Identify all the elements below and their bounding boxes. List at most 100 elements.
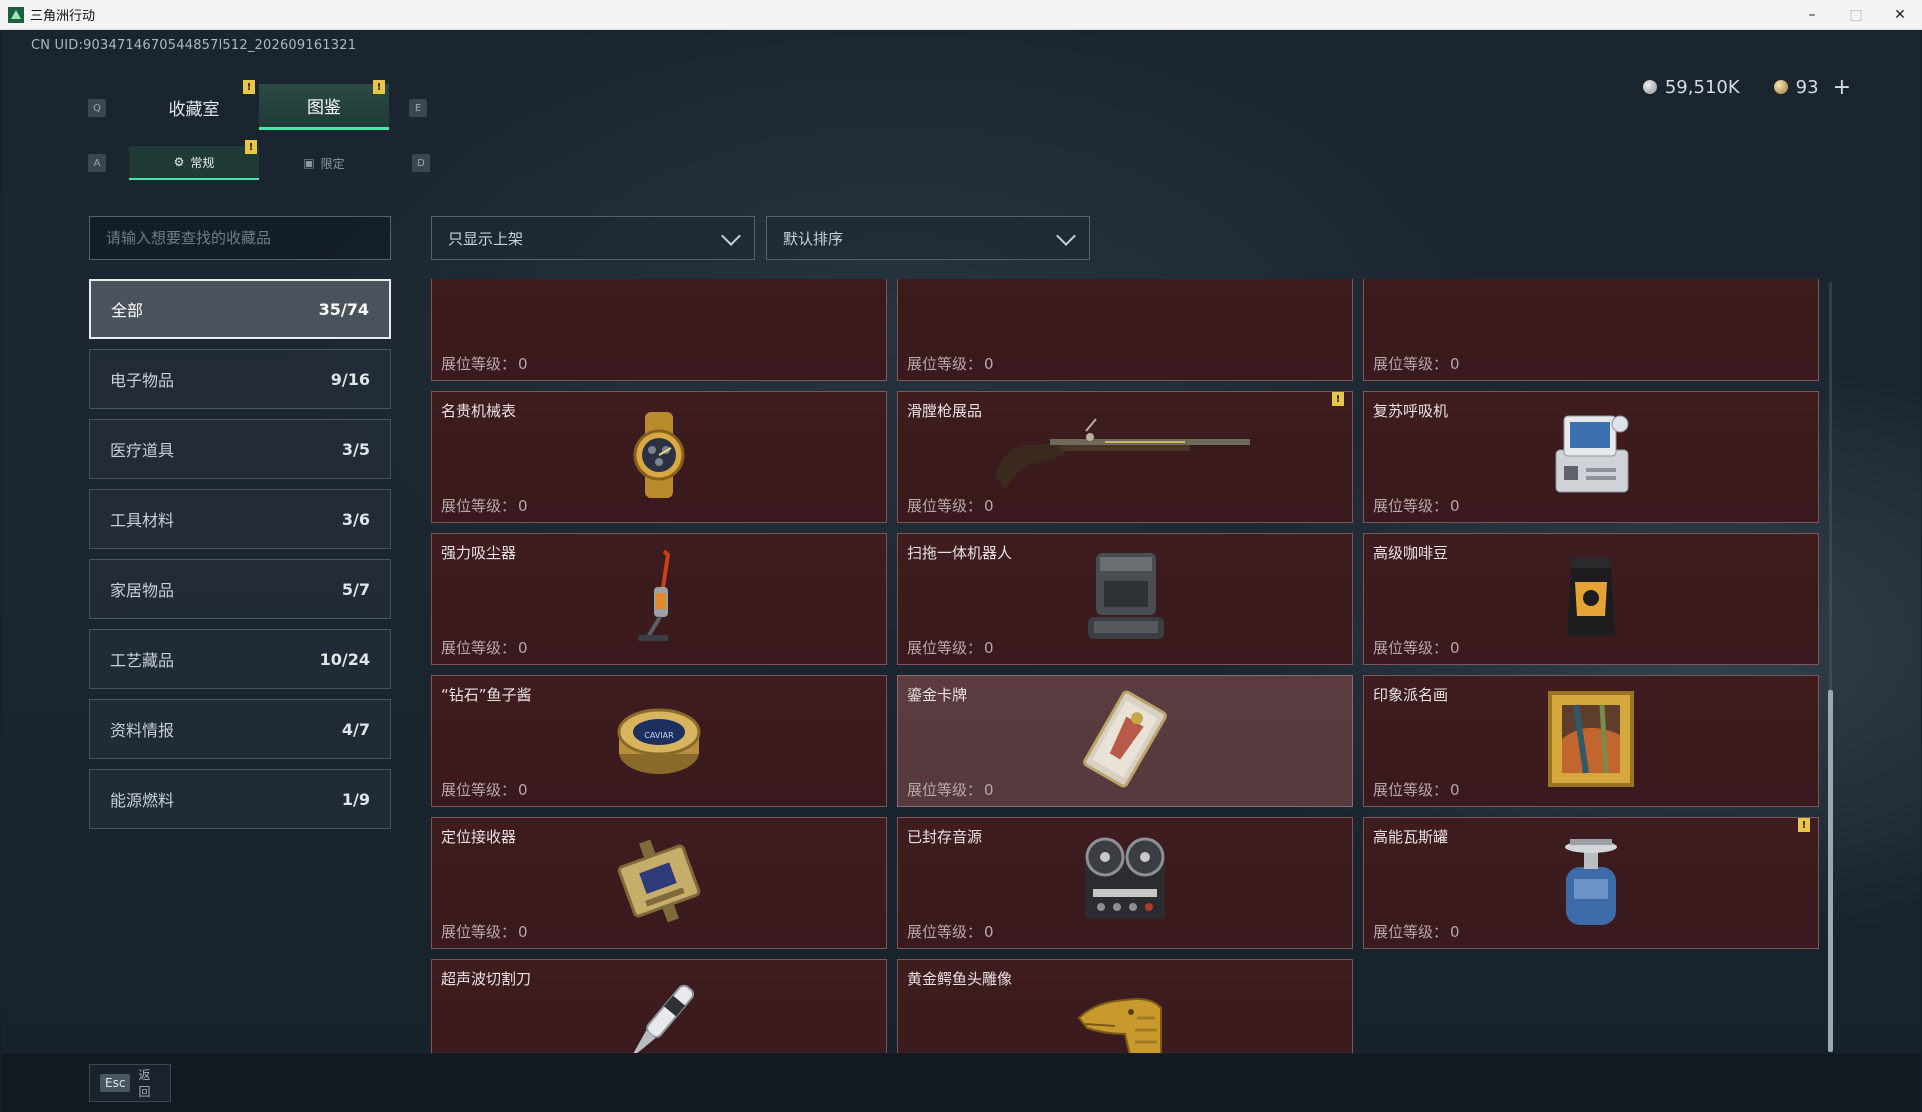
collectible-card[interactable]: 超声波切割刀展位等级：0: [431, 959, 887, 1053]
esc-key-hint: Esc: [100, 1074, 131, 1092]
category-label: 工艺藏品: [110, 651, 175, 670]
key-hint-next-subtab: D: [412, 154, 430, 172]
coffee-bag-icon: [1561, 552, 1621, 646]
app-logo-icon: [8, 6, 24, 23]
category-item[interactable]: 能源燃料 1/9: [89, 769, 391, 829]
booth-level-value: 0: [1450, 923, 1460, 941]
collectible-card[interactable]: 扫拖一体机器人 展位等级： 0: [897, 533, 1353, 665]
game-surface: CN UID:9034714670544857l512_202609161321…: [1, 30, 1921, 1112]
display-filter-dropdown[interactable]: 只显示上架: [431, 216, 755, 260]
booth-level-value: 0: [518, 781, 528, 799]
item-name: 高能瓦斯罐: [1373, 828, 1449, 846]
category-label: 电子物品: [110, 371, 175, 390]
booth-level-label: 展位等级：: [907, 923, 983, 941]
collectible-card[interactable]: 黄金鳄鱼头雕像展位等级：0: [897, 959, 1353, 1053]
collectible-card[interactable]: 定位接收器展位等级： 0: [431, 817, 887, 949]
chevron-down-icon: [721, 226, 741, 246]
item-name: 定位接收器: [441, 828, 517, 846]
scrollbar-thumb[interactable]: [1828, 690, 1833, 1052]
booth-level-label: 展位等级：: [441, 355, 517, 373]
booth-level: 展位等级： 0: [1373, 353, 1460, 374]
maximize-button[interactable]: □: [1834, 0, 1878, 30]
dropdown-selected-value: 只显示上架: [448, 229, 524, 248]
booth-level: 展位等级： 0: [907, 779, 994, 800]
collectible-card[interactable]: 已封存音源展位等级： 0: [897, 817, 1353, 949]
booth-level: 展位等级： 0: [441, 637, 528, 658]
tab-catalog[interactable]: 图鉴: [259, 84, 389, 130]
minimize-button[interactable]: –: [1790, 0, 1834, 30]
booth-level: 展位等级： 0: [441, 495, 528, 516]
item-name: 鎏金卡牌: [907, 686, 968, 704]
collectible-card[interactable]: 滑膛枪展品 展位等级： 0!: [897, 391, 1353, 523]
booth-level: 展位等级： 0: [441, 353, 528, 374]
booth-level-label: 展位等级：: [1373, 355, 1449, 373]
category-item[interactable]: 工具材料 3/6: [89, 489, 391, 549]
booth-level: 展位等级： 0: [1373, 779, 1460, 800]
item-grid: 展位等级： 0 展位等级： 0 展位等级： 0 名贵机械表 展位等级： 0 滑膛枪展品 展位等级： 0…: [431, 279, 1819, 1053]
category-item[interactable]: 资料情报 4/7: [89, 699, 391, 759]
category-count: 9/16: [330, 369, 370, 389]
musket-icon: [990, 415, 1260, 499]
painting-icon: [1546, 689, 1636, 793]
collectible-card[interactable]: “钻石”鱼子酱 CAVIAR 展位等级： 0: [431, 675, 887, 807]
ventilator-icon: [1546, 410, 1636, 504]
collectible-card[interactable]: 高能瓦斯罐展位等级： 0!: [1363, 817, 1819, 949]
collectible-card[interactable]: 鎏金卡牌展位等级： 0: [897, 675, 1353, 807]
collectible-card[interactable]: 展位等级： 0: [431, 279, 887, 381]
category-count: 35/74: [318, 299, 369, 319]
category-item[interactable]: 家居物品 5/7: [89, 559, 391, 619]
booth-level: 展位等级： 0: [1373, 495, 1460, 516]
watch-icon: [619, 410, 699, 504]
new-badge-icon: !: [245, 140, 257, 154]
item-name: 名贵机械表: [441, 402, 517, 420]
category-label: 能源燃料: [110, 791, 175, 810]
back-button[interactable]: Esc 返回: [89, 1064, 171, 1102]
category-item[interactable]: 全部 35/74: [89, 279, 391, 339]
close-button[interactable]: ✕: [1878, 0, 1922, 30]
player-uid: CN UID:9034714670544857l512_202609161321: [31, 38, 357, 53]
robot-vacuum-icon: [1080, 547, 1170, 651]
sort-dropdown[interactable]: 默认排序: [766, 216, 1090, 260]
window-controls: – □ ✕: [1790, 0, 1922, 30]
booth-level-label: 展位等级：: [1373, 639, 1449, 657]
booth-level: 展位等级： 0: [441, 921, 528, 942]
category-label: 资料情报: [110, 721, 175, 740]
tab-label: 图鉴: [307, 98, 341, 118]
subtab-limited[interactable]: ▣ 限定: [259, 146, 389, 180]
collectible-card[interactable]: 复苏呼吸机 展位等级： 0: [1363, 391, 1819, 523]
booth-level: 展位等级： 0: [907, 921, 994, 942]
currency-value-silver: 59,510K: [1664, 76, 1740, 98]
booth-level-label: 展位等级：: [441, 781, 517, 799]
tab-collection-room[interactable]: 收藏室: [129, 84, 259, 130]
search-box: [89, 216, 391, 260]
collectible-card[interactable]: 展位等级： 0: [897, 279, 1353, 381]
category-count: 4/7: [341, 719, 370, 739]
booth-level-label: 展位等级：: [907, 355, 983, 373]
dropdown-selected-value: 默认排序: [783, 229, 844, 248]
search-input[interactable]: [106, 229, 374, 247]
category-item[interactable]: 工艺藏品 10/24: [89, 629, 391, 689]
item-name: 超声波切割刀: [441, 970, 532, 988]
booth-level: 展位等级： 0: [1373, 921, 1460, 942]
new-badge-icon: !: [1798, 818, 1810, 832]
booth-level-label: 展位等级：: [907, 639, 983, 657]
collectible-card[interactable]: 名贵机械表展位等级： 0: [431, 391, 887, 523]
category-count: 3/6: [341, 509, 370, 529]
booth-level-value: 0: [984, 639, 994, 657]
item-name: 高级咖啡豆: [1373, 544, 1449, 562]
collectible-card[interactable]: 印象派名画 展位等级： 0: [1363, 675, 1819, 807]
subtab-regular[interactable]: ⚙ 常规: [129, 146, 259, 180]
new-badge-icon: !: [243, 80, 255, 94]
collectible-card[interactable]: 展位等级： 0: [1363, 279, 1819, 381]
key-hint-next-tab: E: [409, 99, 427, 117]
item-name: 强力吸尘器: [441, 544, 517, 562]
add-currency-button[interactable]: +: [1833, 75, 1851, 100]
new-badge-icon: !: [373, 80, 385, 94]
collectible-card[interactable]: 高级咖啡豆 展位等级： 0: [1363, 533, 1819, 665]
collectible-card[interactable]: 强力吸尘器展位等级： 0: [431, 533, 887, 665]
item-name: 已封存音源: [907, 828, 983, 846]
booth-level-label: 展位等级：: [441, 639, 517, 657]
category-item[interactable]: 电子物品 9/16: [89, 349, 391, 409]
booth-level-label: 展位等级：: [1373, 923, 1449, 941]
category-item[interactable]: 医疗道具 3/5: [89, 419, 391, 479]
